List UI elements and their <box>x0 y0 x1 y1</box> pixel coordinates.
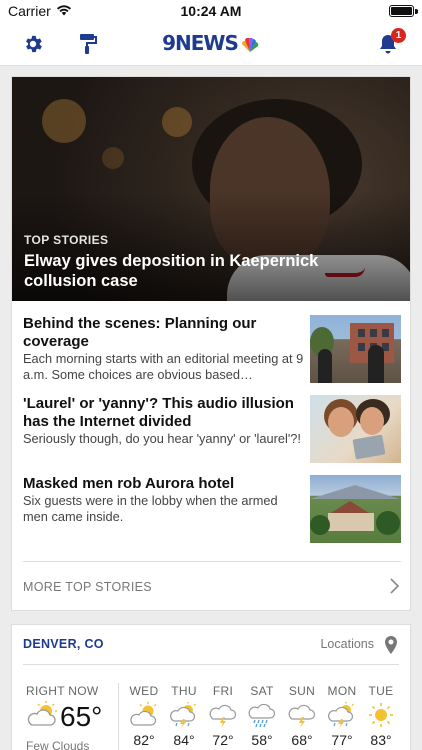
weather-city[interactable]: DENVER, CO <box>23 637 104 651</box>
notification-badge: 1 <box>391 28 406 43</box>
story-thumbnail <box>310 395 401 463</box>
current-condition: Few Clouds <box>26 739 90 750</box>
chevron-right-icon <box>387 577 401 595</box>
forecast-temperature: 82° <box>133 732 155 748</box>
thunderstorm-icon <box>209 704 237 728</box>
story-headline: Masked men rob Aurora hotel <box>23 475 235 492</box>
partly-cloudy-icon <box>130 702 157 726</box>
weather-separator <box>118 683 119 750</box>
more-top-stories-link[interactable]: MORE TOP STORIES <box>23 561 401 611</box>
hero-bokeh <box>102 147 124 169</box>
hero-bokeh <box>162 107 192 137</box>
story-summary: Seriously though, do you hear 'yanny' or… <box>23 431 301 446</box>
forecast-temperature: 58° <box>251 732 273 748</box>
forecast-temperature: 84° <box>173 732 195 748</box>
forecast-temperature: 83° <box>370 732 392 748</box>
story-item[interactable]: Masked men rob Aurora hotel Six guests w… <box>23 475 401 545</box>
forecast-day[interactable]: WED 82° <box>124 684 164 748</box>
story-headline: 'Laurel' or 'yanny'? This audio illusion… <box>23 395 294 430</box>
thunderstorm-sun-icon <box>170 702 196 728</box>
battery-icon <box>389 5 414 17</box>
forecast-day[interactable]: MON 77° <box>322 684 362 748</box>
clock: 10:24 AM <box>180 3 242 19</box>
hero-story[interactable]: TOP STORIES Elway gives deposition in Ka… <box>12 77 410 301</box>
thunderstorm-sun-icon <box>328 702 354 728</box>
forecast-day-name: THU <box>171 684 197 698</box>
weather-divider <box>23 664 399 665</box>
forecast-day[interactable]: THU 84° <box>164 684 204 748</box>
forecast-day[interactable]: FRI 72° <box>203 684 243 748</box>
location-pin-icon[interactable] <box>384 636 398 654</box>
current-weather-label: RIGHT NOW <box>26 684 99 698</box>
forecast-temperature: 68° <box>291 732 313 748</box>
forecast-day[interactable]: TUE 83° <box>361 684 401 748</box>
forecast-day-name: FRI <box>212 684 234 698</box>
forecast-temperature: 77° <box>331 732 353 748</box>
thunderstorm-icon <box>288 704 316 728</box>
battery-tip <box>415 9 418 14</box>
story-item[interactable]: 'Laurel' or 'yanny'? This audio illusion… <box>23 395 401 465</box>
hero-bokeh <box>42 99 86 143</box>
partly-cloudy-icon <box>26 701 58 727</box>
hero-headline: Elway gives deposition in Kaepernick col… <box>24 252 319 290</box>
forecast-day-name: SAT <box>250 684 274 698</box>
story-thumbnail <box>310 475 401 543</box>
forecast-day[interactable]: SAT 58° <box>242 684 282 748</box>
forecast-day-name: WED <box>129 684 159 698</box>
hero-section-tag: TOP STORIES <box>24 233 109 247</box>
app-header: 9NEWS 1 <box>0 22 422 66</box>
story-thumbnail <box>310 315 401 383</box>
story-headline: Behind the scenes: Planning our coverage <box>23 315 257 350</box>
more-top-stories-label: MORE TOP STORIES <box>23 580 152 594</box>
rain-storm-icon <box>248 703 276 728</box>
forecast-day-name: SUN <box>288 684 316 698</box>
current-temperature: 65° <box>60 701 103 732</box>
forecast-temperature: 72° <box>212 732 234 748</box>
brand-logo[interactable]: 9NEWS <box>0 31 422 57</box>
story-summary: Each morning starts with an editorial me… <box>23 351 304 382</box>
forecast-day-name: TUE <box>368 684 394 698</box>
story-item[interactable]: Behind the scenes: Planning our coverage… <box>23 315 401 385</box>
top-stories-card: TOP STORIES Elway gives deposition in Ka… <box>11 76 411 611</box>
bell-icon[interactable]: 1 <box>374 28 406 58</box>
sun-icon <box>369 703 393 727</box>
locations-button[interactable]: Locations <box>320 637 374 651</box>
story-summary: Six guests were in the lobby when the ar… <box>23 493 278 524</box>
status-bar: Carrier 10:24 AM <box>0 0 422 22</box>
forecast-day-name: MON <box>327 684 357 698</box>
forecast-day[interactable]: SUN 68° <box>282 684 322 748</box>
logo-text: 9NEWS <box>162 31 239 55</box>
peacock-icon <box>240 33 260 57</box>
weather-card: DENVER, CO Locations RIGHT NOW 65° Few C… <box>11 624 411 750</box>
